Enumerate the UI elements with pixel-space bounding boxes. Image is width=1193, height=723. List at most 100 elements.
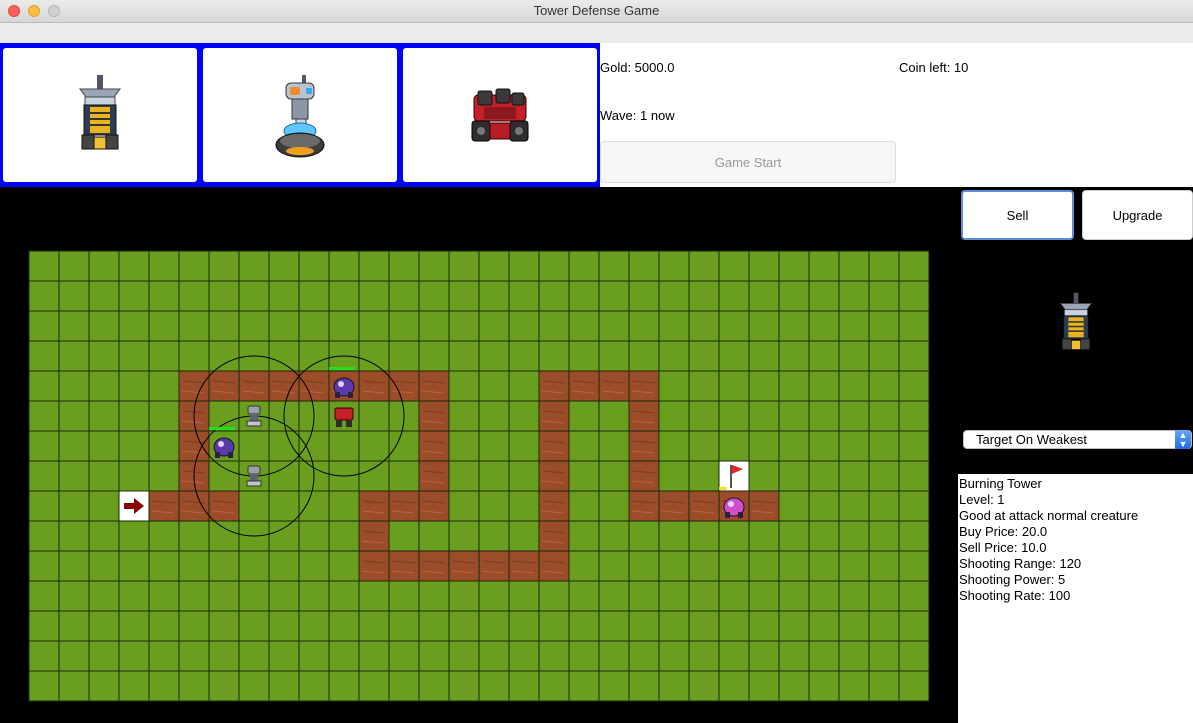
- grass-tile[interactable]: [268, 460, 300, 492]
- grass-tile[interactable]: [58, 580, 90, 612]
- path-tile[interactable]: [268, 370, 300, 402]
- grass-tile[interactable]: [868, 460, 900, 492]
- grass-tile[interactable]: [238, 580, 270, 612]
- path-tile[interactable]: [628, 430, 660, 462]
- grass-tile[interactable]: [508, 580, 540, 612]
- path-tile[interactable]: [538, 370, 570, 402]
- grass-tile[interactable]: [718, 400, 750, 432]
- grass-tile[interactable]: [328, 280, 360, 312]
- grass-tile[interactable]: [178, 670, 210, 702]
- grass-tile[interactable]: [898, 490, 930, 522]
- grass-tile[interactable]: [898, 340, 930, 372]
- grass-tile[interactable]: [58, 670, 90, 702]
- grass-tile[interactable]: [778, 550, 810, 582]
- grass-tile[interactable]: [508, 610, 540, 642]
- grass-tile[interactable]: [178, 250, 210, 282]
- grass-tile[interactable]: [688, 550, 720, 582]
- grass-tile[interactable]: [598, 520, 630, 552]
- grass-tile[interactable]: [358, 280, 390, 312]
- grass-tile[interactable]: [778, 340, 810, 372]
- grass-tile[interactable]: [118, 310, 150, 342]
- grass-tile[interactable]: [448, 610, 480, 642]
- target-strategy-select[interactable]: Target On Weakest ▲ ▼: [963, 430, 1192, 449]
- path-tile[interactable]: [628, 490, 660, 522]
- path-tile[interactable]: [688, 490, 720, 522]
- grass-tile[interactable]: [568, 340, 600, 372]
- grass-tile[interactable]: [808, 460, 840, 492]
- grass-tile[interactable]: [388, 520, 420, 552]
- grass-tile[interactable]: [208, 280, 240, 312]
- grass-tile[interactable]: [778, 640, 810, 672]
- path-tile[interactable]: [388, 370, 420, 402]
- grass-tile[interactable]: [28, 520, 60, 552]
- grass-tile[interactable]: [268, 550, 300, 582]
- grass-tile[interactable]: [838, 550, 870, 582]
- game-board[interactable]: [0, 187, 958, 723]
- grass-tile[interactable]: [628, 640, 660, 672]
- grass-tile[interactable]: [118, 610, 150, 642]
- grass-tile[interactable]: [208, 340, 240, 372]
- grass-tile[interactable]: [868, 670, 900, 702]
- grass-tile[interactable]: [478, 520, 510, 552]
- shop-red-tower[interactable]: [403, 48, 597, 182]
- grass-tile[interactable]: [478, 400, 510, 432]
- grass-tile[interactable]: [28, 490, 60, 522]
- grass-tile[interactable]: [418, 520, 450, 552]
- grass-tile[interactable]: [628, 670, 660, 702]
- grass-tile[interactable]: [58, 460, 90, 492]
- grass-tile[interactable]: [598, 340, 630, 372]
- grass-tile[interactable]: [508, 250, 540, 282]
- grass-tile[interactable]: [808, 520, 840, 552]
- grass-tile[interactable]: [508, 430, 540, 462]
- grass-tile[interactable]: [478, 250, 510, 282]
- grass-tile[interactable]: [58, 490, 90, 522]
- grass-tile[interactable]: [238, 490, 270, 522]
- grass-tile[interactable]: [538, 670, 570, 702]
- grass-tile[interactable]: [718, 610, 750, 642]
- grass-tile[interactable]: [448, 310, 480, 342]
- grass-tile[interactable]: [28, 580, 60, 612]
- grass-tile[interactable]: [688, 310, 720, 342]
- grass-tile[interactable]: [658, 610, 690, 642]
- grass-tile[interactable]: [178, 310, 210, 342]
- grass-tile[interactable]: [508, 670, 540, 702]
- grass-tile[interactable]: [88, 430, 120, 462]
- path-tile[interactable]: [148, 490, 180, 522]
- grass-tile[interactable]: [508, 400, 540, 432]
- grass-tile[interactable]: [148, 340, 180, 372]
- grass-tile[interactable]: [118, 370, 150, 402]
- grass-tile[interactable]: [388, 580, 420, 612]
- grass-tile[interactable]: [808, 430, 840, 462]
- grass-tile[interactable]: [748, 400, 780, 432]
- grass-tile[interactable]: [838, 580, 870, 612]
- grass-tile[interactable]: [298, 280, 330, 312]
- grass-tile[interactable]: [478, 310, 510, 342]
- grass-tile[interactable]: [598, 550, 630, 582]
- grass-tile[interactable]: [28, 250, 60, 282]
- grass-tile[interactable]: [598, 670, 630, 702]
- grass-tile[interactable]: [598, 430, 630, 462]
- grass-tile[interactable]: [898, 310, 930, 342]
- grass-tile[interactable]: [418, 580, 450, 612]
- grass-tile[interactable]: [478, 460, 510, 492]
- grass-tile[interactable]: [268, 640, 300, 672]
- path-tile[interactable]: [538, 550, 570, 582]
- grass-tile[interactable]: [628, 550, 660, 582]
- grass-tile[interactable]: [628, 280, 660, 312]
- grass-tile[interactable]: [298, 550, 330, 582]
- grass-tile[interactable]: [538, 340, 570, 372]
- grass-tile[interactable]: [28, 280, 60, 312]
- grass-tile[interactable]: [658, 550, 690, 582]
- grass-tile[interactable]: [148, 580, 180, 612]
- grass-tile[interactable]: [508, 460, 540, 492]
- grass-tile[interactable]: [628, 340, 660, 372]
- grass-tile[interactable]: [838, 430, 870, 462]
- grass-tile[interactable]: [658, 280, 690, 312]
- grass-tile[interactable]: [118, 250, 150, 282]
- grass-tile[interactable]: [178, 610, 210, 642]
- grass-tile[interactable]: [58, 280, 90, 312]
- path-tile[interactable]: [538, 460, 570, 492]
- grass-tile[interactable]: [448, 340, 480, 372]
- grass-tile[interactable]: [388, 460, 420, 492]
- map-canvas[interactable]: [0, 187, 958, 723]
